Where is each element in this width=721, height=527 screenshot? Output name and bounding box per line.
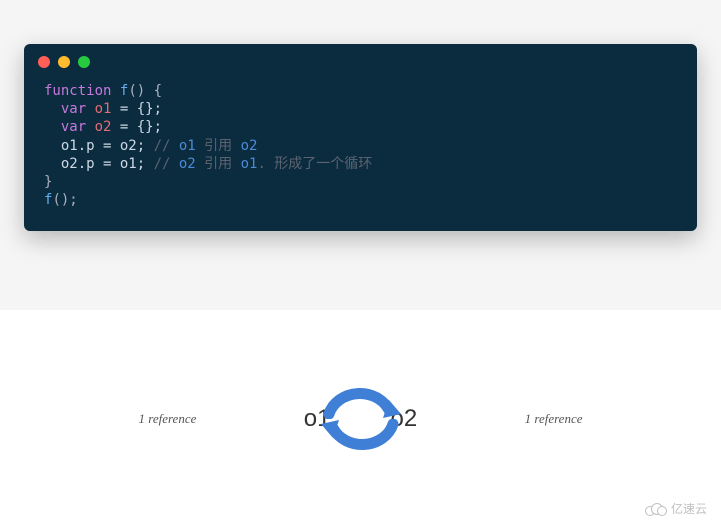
maximize-icon [78,56,90,68]
cycle-arrows-icon [321,374,401,464]
window-controls [24,44,697,72]
close-icon [38,56,50,68]
code-window: function f() { var o1 = {}; var o2 = {};… [24,44,697,231]
code-line: function f() { [44,82,677,100]
code-line: o2.p = o1; // o2 引用 o1. 形成了一个循环 [44,155,677,173]
code-line: var o2 = {}; [44,118,677,136]
code-section: function f() { var o1 = {}; var o2 = {};… [0,0,721,310]
watermark: 亿速云 [645,500,707,517]
reference-count-right: 1 reference [525,411,583,427]
minimize-icon [58,56,70,68]
code-line: f(); [44,191,677,209]
circular-reference-diagram: 1 reference o1 o2 1 reference [211,359,511,479]
code-line: } [44,173,677,191]
code-content: function f() { var o1 = {}; var o2 = {};… [24,72,697,231]
diagram-section: 1 reference o1 o2 1 reference [0,310,721,527]
code-line: o1.p = o2; // o1 引用 o2 [44,137,677,155]
reference-count-left: 1 reference [139,411,197,427]
watermark-text: 亿速云 [671,500,707,517]
code-line: var o1 = {}; [44,100,677,118]
cloud-icon [645,502,667,516]
